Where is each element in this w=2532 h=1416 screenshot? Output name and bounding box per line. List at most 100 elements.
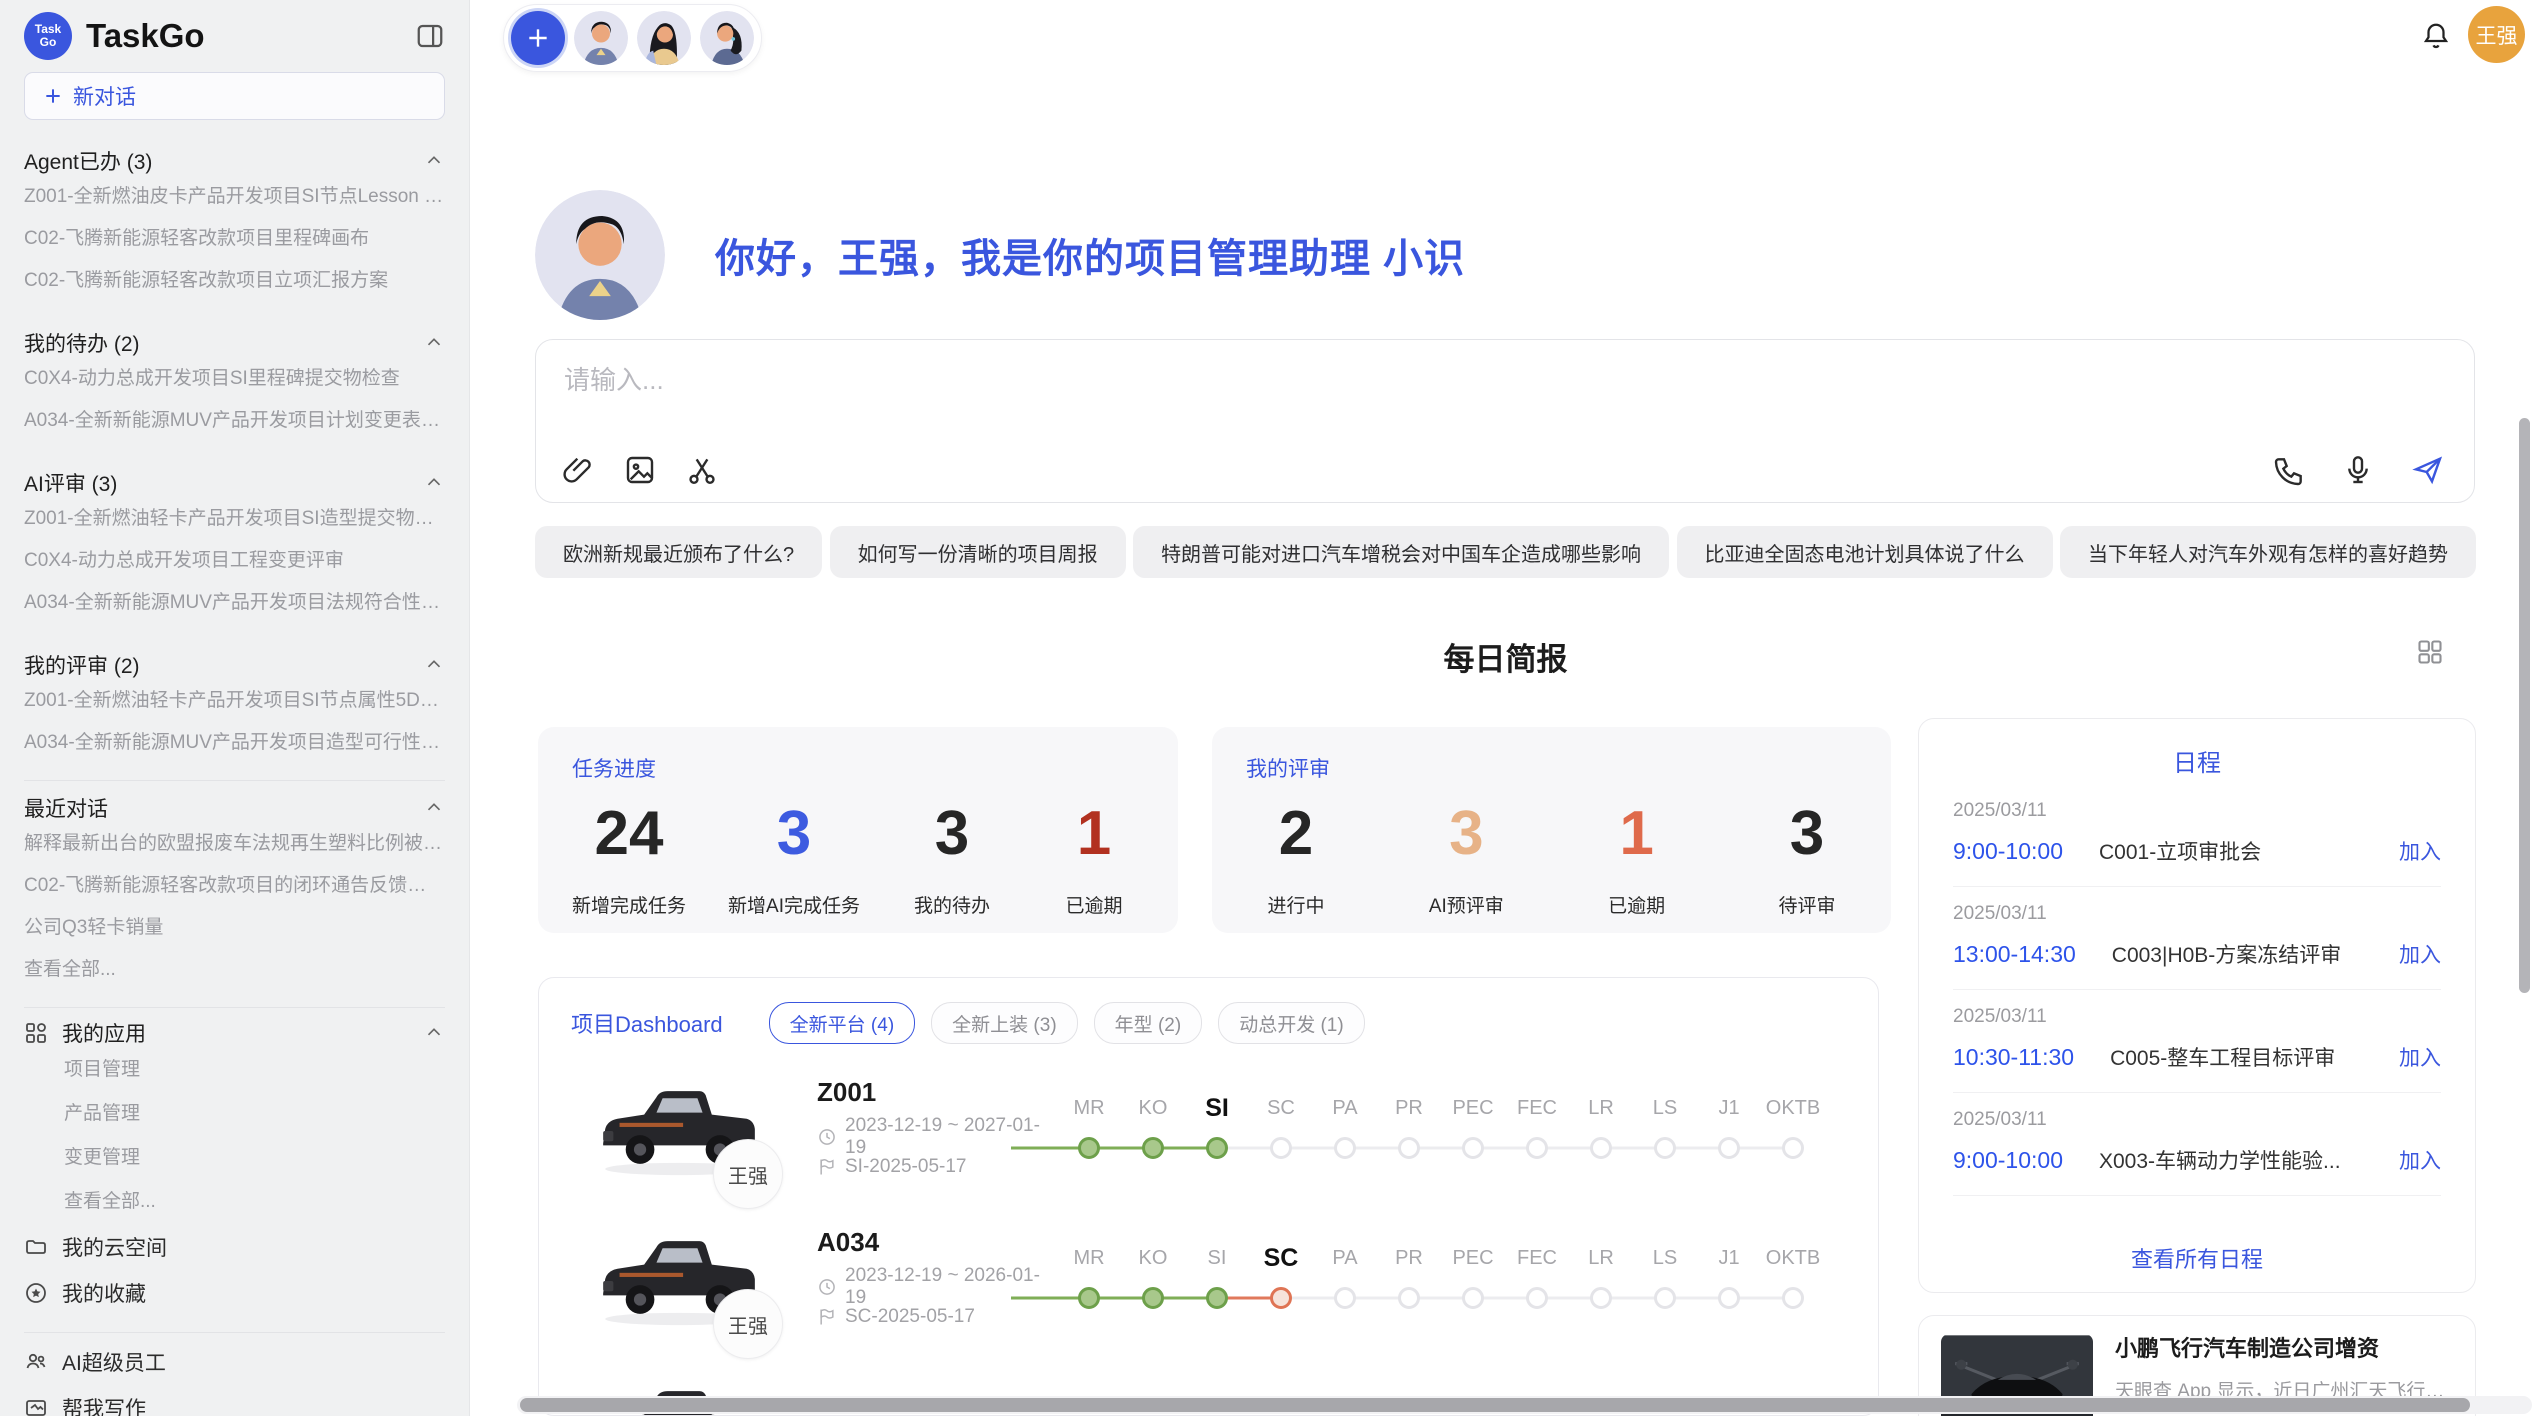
horizontal-scrollbar[interactable] bbox=[517, 1396, 2532, 1414]
milestone: FEC bbox=[1505, 1091, 1569, 1161]
stat-label: 待评审 bbox=[1778, 891, 1835, 918]
suggestion-chip[interactable]: 当下年轻人对汽车外观有怎样的喜好趋势 bbox=[2060, 526, 2476, 578]
suggestion-chip[interactable]: 比亚迪全固态电池计划具体说了什么 bbox=[1677, 526, 2053, 578]
join-link[interactable]: 加入 bbox=[2399, 836, 2441, 866]
milestone: SC bbox=[1249, 1091, 1313, 1161]
stat-label: 已逾期 bbox=[1608, 891, 1665, 918]
sidebar-item-ai-staff[interactable]: AI超级员工 bbox=[24, 1339, 445, 1385]
suggestion-chip[interactable]: 欧洲新规最近颁布了什么? bbox=[535, 526, 822, 578]
join-link[interactable]: 加入 bbox=[2399, 1145, 2441, 1175]
tab-powertrain[interactable]: 动总开发 (1) bbox=[1218, 1002, 1365, 1044]
milestone: LS bbox=[1633, 1241, 1697, 1311]
scissors-icon[interactable] bbox=[686, 454, 718, 486]
app-link-project[interactable]: 项目管理 bbox=[24, 1048, 445, 1092]
chevron-up-icon[interactable] bbox=[423, 654, 445, 676]
milestone: KO bbox=[1121, 1241, 1185, 1311]
join-link[interactable]: 加入 bbox=[2399, 939, 2441, 969]
project-row[interactable]: 王强 A034 2023-12-19 ~ 2026-01-19 SC-2025-… bbox=[539, 1202, 1878, 1352]
list-item[interactable]: Z001-全新燃油皮卡产品开发项目SI节点Lesson Learn报告 bbox=[24, 176, 445, 218]
milestone-label: LR bbox=[1569, 1241, 1633, 1275]
stat-label: 新增完成任务 bbox=[572, 891, 686, 918]
milestone-label: MR bbox=[1057, 1241, 1121, 1275]
milestone-label: SI bbox=[1185, 1091, 1249, 1125]
view-all-link[interactable]: 查看全部... bbox=[24, 949, 445, 991]
list-item[interactable]: A034-全新新能源MUV产品开发项目计划变更表编写 bbox=[24, 400, 445, 442]
milestone: PR bbox=[1377, 1241, 1441, 1311]
divider bbox=[24, 1332, 445, 1333]
milestone-label: OKTB bbox=[1761, 1241, 1825, 1275]
stat-value: 24 bbox=[595, 799, 664, 869]
schedule-date: 2025/03/11 bbox=[1953, 1006, 2441, 1028]
clock-icon bbox=[817, 1127, 837, 1147]
list-item[interactable]: Z001-全新燃油轻卡产品开发项目SI节点属性5D文件评审 bbox=[24, 680, 445, 722]
list-item[interactable]: A034-全新新能源MUV产品开发项目造型可行性评审 bbox=[24, 722, 445, 764]
chevron-up-icon[interactable] bbox=[423, 150, 445, 172]
new-chat-button[interactable]: 新对话 bbox=[24, 72, 445, 120]
project-code: A034 bbox=[817, 1227, 1057, 1258]
project-row[interactable]: 王强 Z001 2023-12-19 ~ 2027-01-19 SI-2025-… bbox=[539, 1052, 1878, 1202]
tab-new-platform[interactable]: 全新平台 (4) bbox=[769, 1002, 916, 1044]
suggestion-chip[interactable]: 特朗普可能对进口汽车增税会对中国车企造成哪些影响 bbox=[1133, 526, 1669, 578]
section-ai-review[interactable]: AI评审 (3) bbox=[24, 468, 445, 498]
milestone-label: SC bbox=[1249, 1241, 1313, 1275]
vertical-scrollbar-thumb[interactable] bbox=[2519, 418, 2530, 993]
suggestion-chip[interactable]: 如何写一份清晰的项目周报 bbox=[830, 526, 1126, 578]
join-link[interactable]: 加入 bbox=[2399, 1042, 2441, 1072]
microphone-icon[interactable] bbox=[2342, 454, 2374, 486]
app-link-change[interactable]: 变更管理 bbox=[24, 1136, 445, 1180]
notification-bell-icon[interactable] bbox=[2421, 20, 2451, 52]
milestone-label: PEC bbox=[1441, 1241, 1505, 1275]
section-my-todo[interactable]: 我的待办 (2) bbox=[24, 328, 445, 358]
stat: 3 新增AI完成任务 bbox=[728, 799, 860, 918]
divider bbox=[24, 780, 445, 781]
list-item[interactable]: 解释最新出台的欧盟报废车法规再生塑料比例被调至15%... bbox=[24, 823, 445, 865]
attachment-icon[interactable] bbox=[562, 454, 594, 486]
horizontal-scrollbar-thumb[interactable] bbox=[520, 1398, 2470, 1412]
list-item[interactable]: C02-飞腾新能源轻客改款项目立项汇报方案 bbox=[24, 260, 445, 302]
phone-call-icon[interactable] bbox=[2272, 454, 2304, 486]
list-item[interactable]: Z001-全新燃油轻卡产品开发项目SI造型提交物评审 bbox=[24, 498, 445, 540]
section-my-apps[interactable]: 我的应用 bbox=[24, 1018, 445, 1048]
sidebar-collapse-icon[interactable] bbox=[415, 21, 445, 51]
stat-value: 2 bbox=[1279, 799, 1313, 869]
schedule-event-title: C003|H0B-方案冻结评审 bbox=[2112, 939, 2383, 969]
send-icon[interactable] bbox=[2412, 454, 2444, 486]
view-all-link[interactable]: 查看全部... bbox=[24, 1180, 445, 1224]
sidebar-item-help-write[interactable]: 帮我写作 bbox=[24, 1385, 445, 1416]
team-member-pill bbox=[503, 4, 762, 72]
plus-icon bbox=[525, 25, 551, 51]
card-label: 任务进度 bbox=[572, 753, 1144, 783]
list-item[interactable]: C0X4-动力总成开发项目工程变更评审 bbox=[24, 540, 445, 582]
list-item[interactable]: C0X4-动力总成开发项目SI里程碑提交物检查 bbox=[24, 358, 445, 400]
schedule-time: 9:00-10:00 bbox=[1953, 838, 2063, 865]
list-item[interactable]: A034-全新新能源MUV产品开发项目法规符合性评审 bbox=[24, 582, 445, 624]
sidebar-item-cloud-space[interactable]: 我的云空间 bbox=[24, 1224, 445, 1270]
user-avatar[interactable]: 王强 bbox=[2468, 6, 2525, 63]
add-member-button[interactable] bbox=[511, 11, 565, 65]
suggestion-chips: 欧洲新规最近颁布了什么? 如何写一份清晰的项目周报 特朗普可能对进口汽车增税会对… bbox=[535, 526, 2476, 578]
milestone-label: MR bbox=[1057, 1091, 1121, 1125]
list-item[interactable]: C02-飞腾新能源轻客改款项目的闭环通告反馈情况 bbox=[24, 865, 445, 907]
chevron-up-icon[interactable] bbox=[423, 797, 445, 819]
image-icon[interactable] bbox=[624, 454, 656, 486]
chevron-up-icon[interactable] bbox=[423, 1022, 445, 1044]
tab-new-body[interactable]: 全新上装 (3) bbox=[931, 1002, 1078, 1044]
app-link-product[interactable]: 产品管理 bbox=[24, 1092, 445, 1136]
milestone-label: PA bbox=[1313, 1241, 1377, 1275]
member-avatar[interactable] bbox=[637, 11, 691, 65]
message-input[interactable] bbox=[562, 358, 2266, 442]
section-recent-chats[interactable]: 最近对话 bbox=[24, 793, 445, 823]
member-avatar[interactable] bbox=[700, 11, 754, 65]
member-avatar[interactable] bbox=[574, 11, 628, 65]
tab-year-model[interactable]: 年型 (2) bbox=[1094, 1002, 1203, 1044]
section-my-review[interactable]: 我的评审 (2) bbox=[24, 650, 445, 680]
list-item[interactable]: 公司Q3轻卡销量 bbox=[24, 907, 445, 949]
chevron-up-icon[interactable] bbox=[423, 332, 445, 354]
view-all-schedule-link[interactable]: 查看所有日程 bbox=[1953, 1224, 2441, 1274]
section-agent-done[interactable]: Agent已办 (3) bbox=[24, 146, 445, 176]
sidebar-item-favorites[interactable]: 我的收藏 bbox=[24, 1270, 445, 1316]
milestone: FEC bbox=[1505, 1241, 1569, 1311]
layout-grid-icon[interactable] bbox=[2416, 638, 2444, 666]
list-item[interactable]: C02-飞腾新能源轻客改款项目里程碑画布 bbox=[24, 218, 445, 260]
chevron-up-icon[interactable] bbox=[423, 472, 445, 494]
